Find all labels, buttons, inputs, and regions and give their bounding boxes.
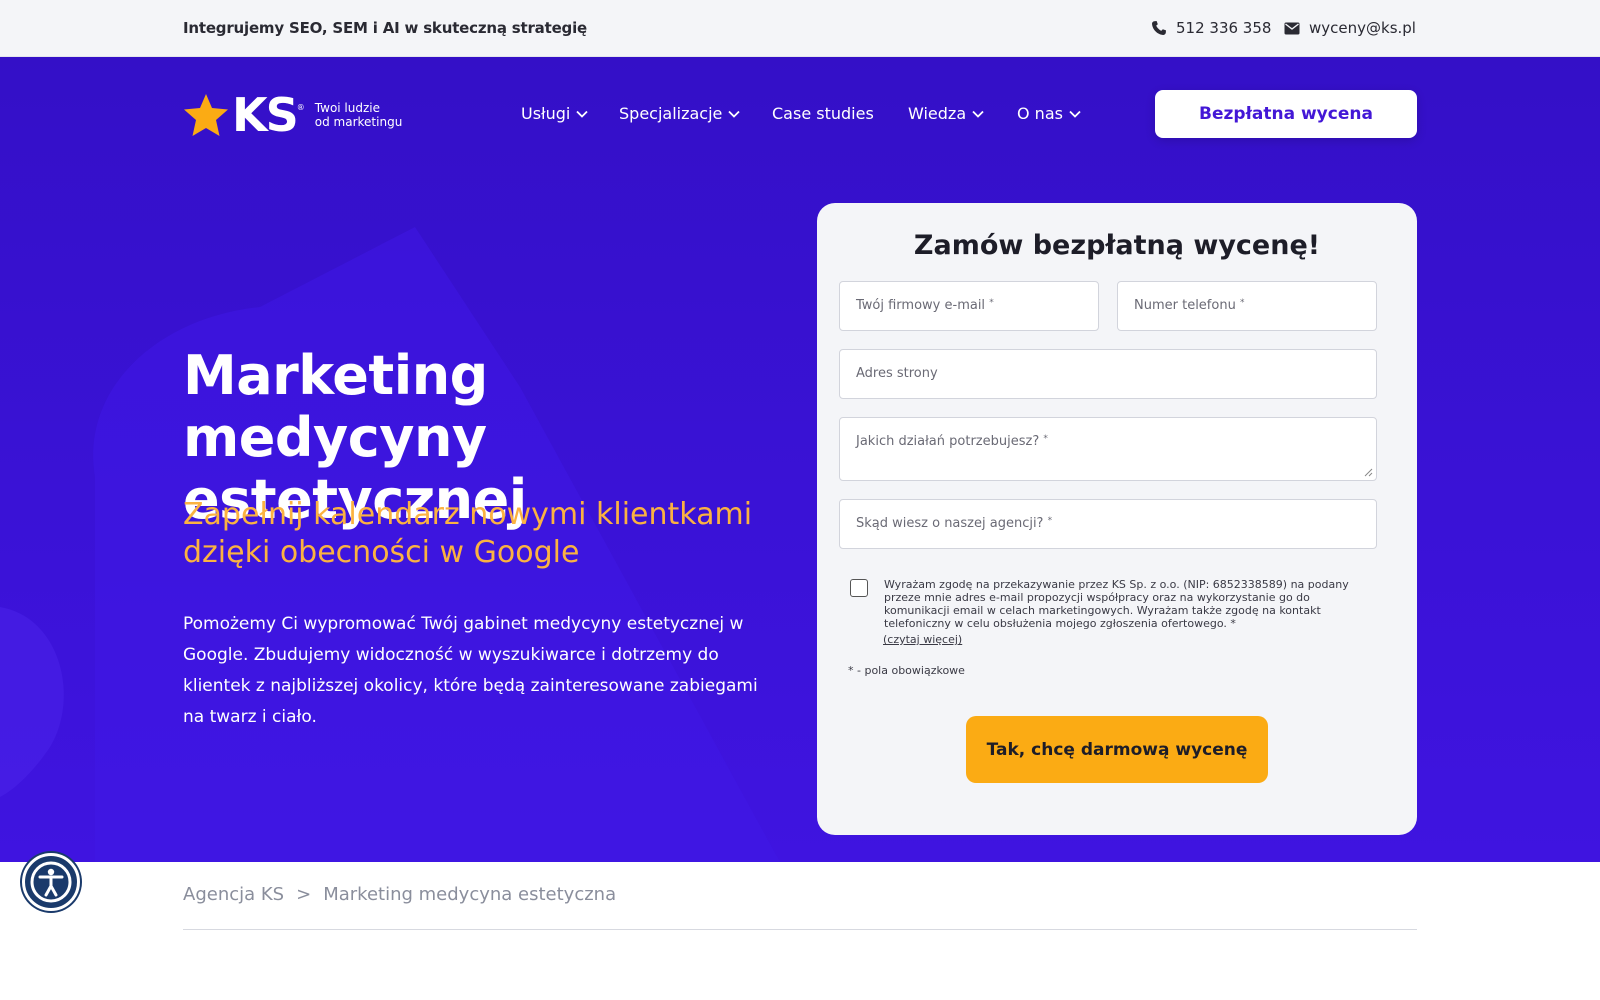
needs-placeholder: Jakich działań potrzebujesz? bbox=[856, 434, 1040, 449]
breadcrumb: Agencja KS > Marketing medycyna estetycz… bbox=[183, 884, 616, 905]
top-bar: Integrujemy SEO, SEM i AI w skuteczną st… bbox=[0, 0, 1600, 57]
required-mark: * bbox=[1043, 434, 1048, 444]
form-title: Zamów bezpłatną wycenę! bbox=[913, 230, 1321, 261]
submit-button[interactable]: Tak, chcę darmową wycenę bbox=[966, 716, 1268, 783]
required-fields-note: * - pola obowiązkowe bbox=[848, 664, 965, 677]
hero-description: Pomożemy Ci wypromować Twój gabinet medy… bbox=[183, 614, 758, 727]
nav-label: Usługi bbox=[521, 104, 571, 123]
star-icon bbox=[184, 94, 228, 136]
top-tagline: Integrujemy SEO, SEM i AI w skuteczną st… bbox=[183, 19, 587, 37]
email-field[interactable]: Twój firmowy e-mail * bbox=[839, 281, 1099, 331]
phone-field[interactable]: Numer telefonu * bbox=[1117, 281, 1377, 331]
email-address: wyceny@ks.pl bbox=[1309, 19, 1416, 37]
logo[interactable]: KS ® Twoi ludzie od marketingu bbox=[183, 92, 402, 138]
breadcrumb-current: Marketing medycyna estetyczna bbox=[323, 884, 617, 905]
required-mark: * bbox=[1047, 516, 1053, 526]
chevron-down-icon bbox=[972, 110, 984, 118]
nav-label: Wiedza bbox=[908, 104, 967, 123]
phone-icon bbox=[1151, 20, 1167, 36]
nav-item-uslugi[interactable]: Usługi bbox=[521, 104, 588, 123]
breadcrumb-divider bbox=[183, 929, 1417, 930]
consent-read-more-link[interactable]: (czytaj więcej) bbox=[883, 633, 962, 646]
nav-item-wiedza[interactable]: Wiedza bbox=[908, 104, 984, 123]
chevron-down-icon bbox=[576, 110, 588, 118]
source-field[interactable]: Skąd wiesz o naszej agencji? * bbox=[839, 499, 1377, 549]
email-link[interactable]: wyceny@ks.pl bbox=[1284, 19, 1416, 37]
nav-label: O nas bbox=[1017, 104, 1063, 123]
free-quote-button[interactable]: Bezpłatna wycena bbox=[1155, 90, 1417, 138]
phone-placeholder: Numer telefonu bbox=[1134, 298, 1236, 313]
nav-label: Specjalizacje bbox=[619, 104, 723, 123]
source-placeholder: Skąd wiesz o naszej agencji? bbox=[856, 516, 1044, 531]
nav-item-o-nas[interactable]: O nas bbox=[1017, 104, 1081, 123]
consent-checkbox[interactable] bbox=[850, 579, 868, 597]
logo-slogan-line1: Twoi ludzie bbox=[314, 101, 381, 115]
consent-text: Wyrażam zgodę na przekazywanie przez KS … bbox=[884, 578, 1349, 630]
website-field[interactable]: Adres strony bbox=[839, 349, 1377, 399]
accessibility-icon bbox=[30, 861, 72, 903]
hero-subtitle: Zapełnij kalendarz nowymi klientkami dzi… bbox=[183, 497, 753, 570]
nav-item-specjalizacje[interactable]: Specjalizacje bbox=[619, 104, 741, 123]
quote-form: Zamów bezpłatną wycenę! Twój firmowy e-m… bbox=[817, 203, 1417, 835]
logo-slogan-line2: od marketingu bbox=[314, 115, 403, 129]
website-placeholder: Adres strony bbox=[856, 366, 938, 381]
nav-item-case-studies[interactable]: Case studies bbox=[772, 104, 874, 123]
breadcrumb-home-link[interactable]: Agencja KS bbox=[183, 884, 284, 905]
logo-registered-mark: ® bbox=[296, 102, 305, 112]
logo-slogan: Twoi ludzie od marketingu bbox=[315, 101, 403, 129]
needs-textarea[interactable]: Jakich działań potrzebujesz? * bbox=[839, 417, 1377, 481]
phone-link[interactable]: 512 336 358 bbox=[1151, 19, 1271, 37]
envelope-icon bbox=[1284, 22, 1300, 35]
required-mark: * bbox=[989, 298, 994, 308]
logo-wordmark: KS bbox=[232, 88, 299, 142]
required-mark: * bbox=[1239, 298, 1245, 308]
nav-label: Case studies bbox=[772, 104, 874, 123]
email-placeholder: Twój firmowy e-mail bbox=[856, 298, 986, 313]
chevron-down-icon bbox=[728, 110, 741, 118]
resize-handle-icon[interactable] bbox=[1364, 468, 1373, 477]
chevron-down-icon bbox=[1069, 110, 1081, 118]
breadcrumb-separator: > bbox=[296, 884, 312, 905]
phone-number: 512 336 358 bbox=[1176, 19, 1272, 37]
accessibility-button[interactable] bbox=[22, 853, 80, 911]
